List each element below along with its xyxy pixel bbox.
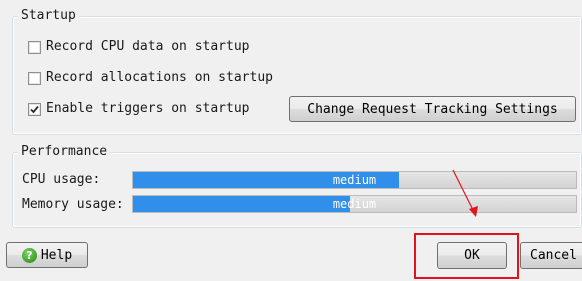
dialog: { "startup": { "title": "Startup", "reco… xyxy=(0,0,582,281)
annotation-arrow-icon xyxy=(452,169,478,217)
